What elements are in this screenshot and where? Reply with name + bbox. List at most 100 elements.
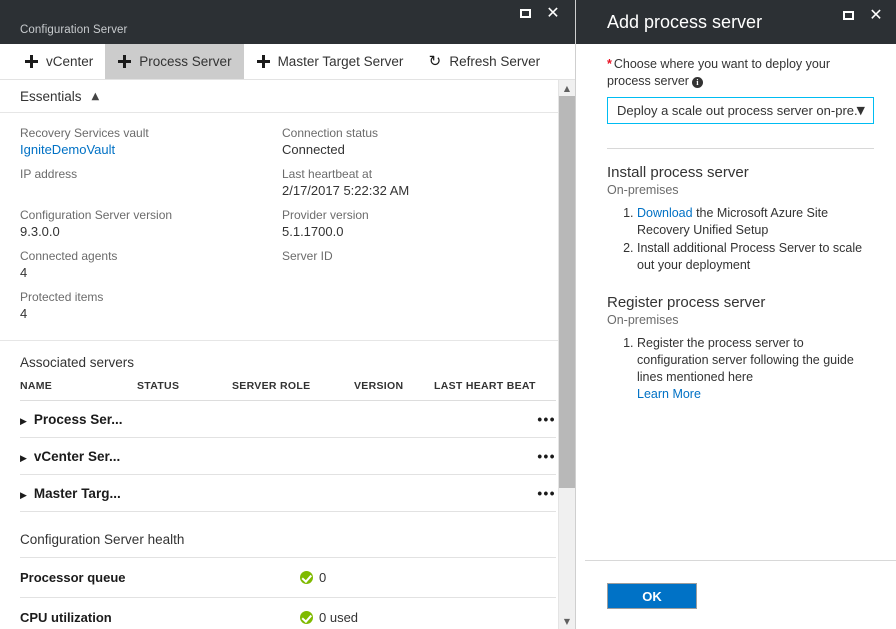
health-row: Processor queue 0	[20, 558, 556, 598]
left-window-controls: ✕	[511, 0, 567, 26]
column-header-last-heart-beat[interactable]: LAST HEART BEAT	[434, 380, 556, 401]
connection-status-value: Connected	[282, 141, 544, 158]
info-icon[interactable]: i	[692, 77, 703, 88]
install-step-1: Download the Microsoft Azure Site Recove…	[637, 205, 874, 239]
recovery-services-vault-link[interactable]: IgniteDemoVault	[20, 141, 282, 158]
ok-button[interactable]: OK	[607, 583, 697, 609]
toolbar-label-refresh-server: Refresh Server	[449, 54, 540, 69]
row-name-text: Process Ser...	[34, 412, 123, 427]
row-version-cell	[354, 438, 434, 475]
column-header-name[interactable]: NAME	[20, 380, 137, 401]
learn-more-link[interactable]: Learn More	[637, 387, 701, 401]
row-status-cell	[137, 475, 232, 512]
table-row[interactable]: ▶Master Targ... •••	[20, 475, 556, 512]
row-server-role-cell	[232, 401, 354, 438]
scroll-up-arrow-icon[interactable]: ▲	[559, 80, 575, 96]
essentials-item: Recovery Services vault IgniteDemoVault	[20, 125, 282, 158]
essentials-value: 4	[20, 305, 282, 322]
essentials-section-header[interactable]: Essentials ▲	[0, 80, 575, 113]
required-marker: *	[607, 57, 612, 71]
restore-icon[interactable]	[834, 2, 862, 28]
essentials-value: 9.3.0.0	[20, 223, 282, 240]
toolbar-button-master-target-server[interactable]: Master Target Server	[244, 44, 416, 79]
close-icon[interactable]: ✕	[539, 0, 567, 26]
essentials-key: Configuration Server version	[20, 207, 282, 223]
plus-icon	[256, 54, 271, 69]
install-process-server-heading: Install process server	[607, 163, 874, 182]
toolbar-button-vcenter[interactable]: vCenter	[12, 44, 105, 79]
row-version-cell	[354, 475, 434, 512]
right-blade-title: Add process server	[585, 12, 762, 33]
essentials-item: Last heartbeat at 2/17/2017 5:22:32 AM	[282, 166, 544, 199]
essentials-key: Server ID	[282, 248, 544, 264]
row-status-cell	[137, 438, 232, 475]
column-header-server-role[interactable]: SERVER ROLE	[232, 380, 354, 401]
restore-icon[interactable]	[511, 0, 539, 26]
status-ok-icon	[300, 611, 313, 624]
chevron-down-icon[interactable]: ▼	[857, 104, 865, 117]
essentials-item: Protected items 4	[20, 289, 282, 322]
table-row[interactable]: ▶ Process Ser... •••	[20, 401, 556, 438]
left-blade-scrollbar[interactable]: ▲ ▼	[558, 80, 575, 629]
health-metric-value: 0 used	[319, 610, 358, 625]
scrollbar-thumb[interactable]	[559, 96, 575, 488]
essentials-item: IP address	[20, 166, 282, 199]
refresh-icon: ↻	[427, 54, 442, 69]
left-blade-title: Configuration Server	[20, 24, 127, 36]
chevron-up-icon[interactable]: ▲	[92, 91, 100, 102]
essentials-value: 4	[20, 264, 282, 281]
deploy-location-select[interactable]: Deploy a scale out process server on-pre…	[607, 97, 874, 124]
add-process-server-blade: Add process server ✕ *Choose where you w…	[585, 0, 896, 629]
row-context-menu-icon[interactable]: •••	[524, 401, 556, 438]
toolbar-button-process-server[interactable]: Process Server	[105, 44, 243, 79]
right-blade-footer: OK	[585, 560, 896, 629]
essentials-key: Recovery Services vault	[20, 125, 282, 141]
column-header-version[interactable]: VERSION	[354, 380, 434, 401]
scroll-down-arrow-icon[interactable]: ▼	[559, 613, 575, 629]
essentials-key: Connection status	[282, 125, 544, 141]
row-name-cell: ▶ Process Ser...	[20, 401, 137, 438]
row-last-heart-beat-cell	[434, 401, 524, 438]
expand-caret-icon[interactable]: ▶	[20, 491, 27, 501]
row-context-menu-icon[interactable]: •••	[524, 475, 556, 512]
row-context-menu-icon[interactable]: •••	[524, 438, 556, 475]
essentials-key: Last heartbeat at	[282, 166, 544, 182]
right-blade-body: *Choose where you want to deploy your pr…	[585, 44, 896, 561]
register-process-server-subheading: On-premises	[607, 312, 874, 329]
blade-divider	[575, 0, 585, 629]
row-name-text: vCenter Ser...	[34, 449, 120, 464]
essentials-key: Provider version	[282, 207, 544, 223]
register-steps-list: Register the process server to configura…	[607, 335, 874, 403]
register-step-1: Register the process server to configura…	[637, 335, 874, 403]
right-window-controls: ✕	[834, 2, 890, 28]
health-metric-name: CPU utilization	[20, 598, 300, 629]
associated-servers-title: Associated servers	[0, 341, 575, 380]
toolbar-label-vcenter: vCenter	[46, 54, 93, 69]
health-metric-name: Processor queue	[20, 558, 300, 598]
essentials-grid: Recovery Services vault IgniteDemoVault …	[0, 113, 575, 341]
essentials-key: IP address	[20, 166, 282, 182]
server-id-value	[282, 264, 544, 281]
toolbar-label-master-target-server: Master Target Server	[278, 54, 404, 69]
essentials-right-column: Connection status Connected Last heartbe…	[282, 125, 544, 330]
expand-caret-icon[interactable]: ▶	[20, 417, 27, 427]
essentials-item: Server ID	[282, 248, 544, 281]
column-header-status[interactable]: STATUS	[137, 380, 232, 401]
deploy-location-selected-value: Deploy a scale out process server on-pre…	[617, 103, 857, 118]
command-toolbar: vCenter Process Server Master Target Ser…	[0, 44, 575, 80]
toolbar-button-refresh-server[interactable]: ↻ Refresh Server	[415, 44, 552, 79]
deploy-location-label-text: Choose where you want to deploy your pro…	[607, 57, 830, 88]
download-link[interactable]: Download	[637, 206, 693, 220]
essentials-label: Essentials	[20, 89, 82, 104]
essentials-key: Protected items	[20, 289, 282, 305]
row-status-cell	[137, 401, 232, 438]
close-icon[interactable]: ✕	[862, 2, 890, 28]
table-row[interactable]: ▶ vCenter Ser... •••	[20, 438, 556, 475]
expand-caret-icon[interactable]: ▶	[20, 454, 27, 464]
row-version-cell	[354, 401, 434, 438]
left-blade-header: Configuration Server ✕	[0, 0, 575, 44]
row-server-role-cell	[232, 438, 354, 475]
install-step-2: Install additional Process Server to sca…	[637, 240, 874, 274]
essentials-key: Connected agents	[20, 248, 282, 264]
essentials-item: Provider version 5.1.1700.0	[282, 207, 544, 240]
